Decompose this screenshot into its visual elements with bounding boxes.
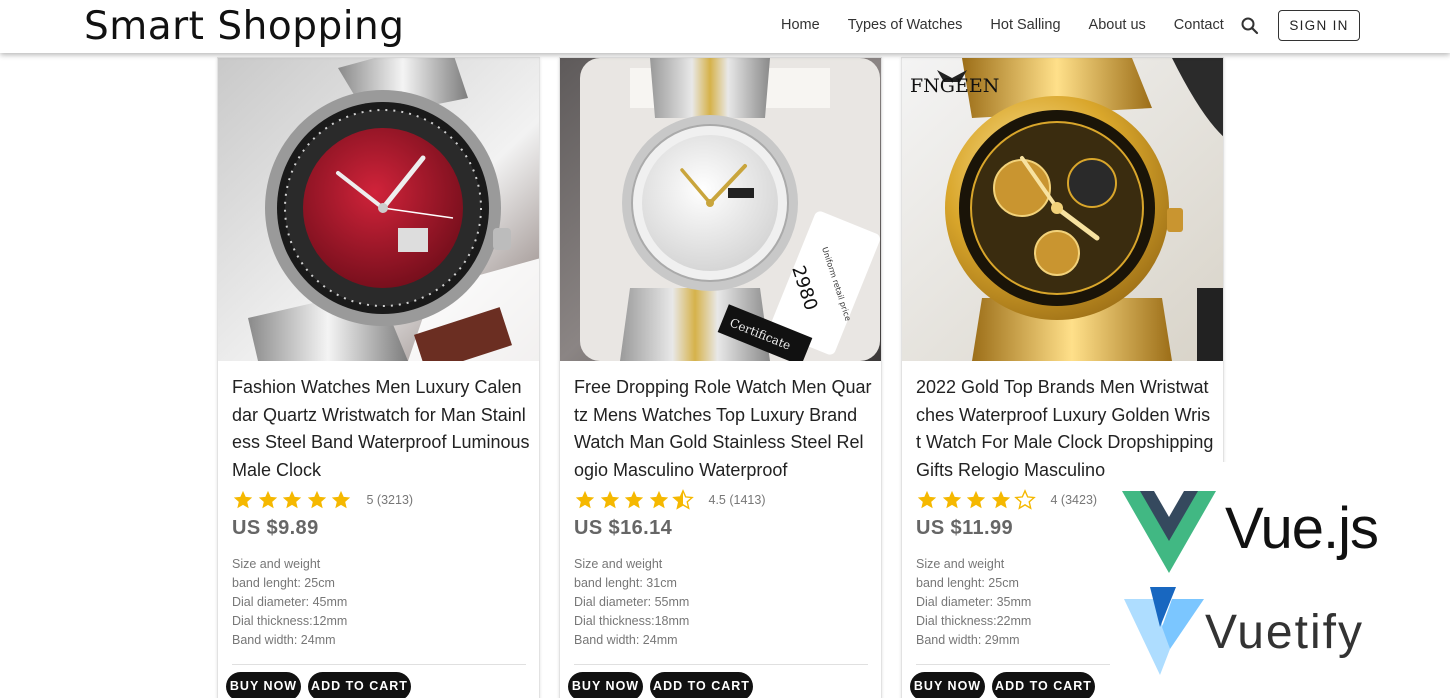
product-specs: Size and weight band lenght: 31cm Dial d…: [574, 555, 689, 650]
star-full-icon: [600, 490, 619, 509]
product-price: US $11.99: [916, 517, 1014, 539]
watch-brand-label: FNGEEN: [910, 75, 999, 97]
buy-now-button[interactable]: BUY NOW: [226, 672, 301, 698]
spec-band-width: Band width: 24mm: [574, 633, 678, 648]
rating-count: 4.5 (1413): [708, 493, 766, 507]
product-specs: Size and weight band lenght: 25cm Dial d…: [232, 555, 347, 650]
product-specs: Size and weight band lenght: 25cm Dial d…: [916, 555, 1031, 650]
divider: [232, 664, 526, 665]
spec-band-length: band lenght: 25cm: [232, 576, 335, 591]
buy-now-button[interactable]: BUY NOW: [910, 672, 985, 698]
star-full-icon: [942, 490, 961, 509]
star-half-icon: [672, 489, 694, 510]
vuetify-logo-icon: [1124, 587, 1204, 680]
spec-dial-diameter: Dial diameter: 55mm: [574, 595, 690, 610]
search-icon[interactable]: [1240, 16, 1260, 36]
app-bar: Smart Shopping Home Types of Watches Hot…: [0, 0, 1450, 53]
star-full-icon: [649, 490, 668, 509]
rating-count: 4 (3423): [1050, 493, 1098, 507]
star-full-icon: [331, 490, 351, 509]
star-full-icon: [917, 490, 937, 509]
star-full-icon: [991, 490, 1010, 509]
product-price: US $16.14: [574, 517, 673, 539]
specs-heading: Size and weight: [232, 557, 321, 571]
product-image-gold-skeleton-watch[interactable]: FNGEEN: [902, 58, 1223, 361]
add-to-cart-button[interactable]: ADD TO CART: [992, 672, 1095, 698]
vuetify-logo-text: Vuetify: [1205, 606, 1364, 659]
nav-home[interactable]: Home: [781, 17, 820, 33]
add-to-cart-button[interactable]: ADD TO CART: [650, 672, 753, 698]
product-card: Fashion Watches Men Luxury Calendar Quar…: [217, 57, 540, 698]
add-to-cart-button[interactable]: ADD TO CART: [308, 672, 411, 698]
nav-hot-selling[interactable]: Hot Salling: [990, 17, 1060, 33]
star-full-icon: [966, 490, 986, 509]
spec-band-width: Band width: 24mm: [232, 633, 336, 648]
spec-dial-diameter: Dial diameter: 35mm: [916, 595, 1032, 610]
star-rating: 4.5 (1413): [574, 488, 765, 512]
star-full-icon: [624, 490, 644, 509]
nav-types-of-watches[interactable]: Types of Watches: [848, 17, 963, 33]
product-image-red-dial-watch[interactable]: [218, 58, 539, 361]
star-full-icon: [307, 490, 326, 509]
nav-contact[interactable]: Contact: [1174, 17, 1224, 33]
specs-heading: Size and weight: [574, 557, 663, 571]
brand-title[interactable]: Smart Shopping: [84, 4, 405, 49]
sign-in-button[interactable]: SIGN IN: [1278, 10, 1360, 41]
product-image-white-dial-watch[interactable]: 2980 Uniform retail price Certificate: [560, 58, 881, 361]
divider: [574, 664, 868, 665]
buy-now-button[interactable]: BUY NOW: [568, 672, 643, 698]
spec-band-length: band lenght: 31cm: [574, 576, 677, 591]
star-rating: 5 (3213): [232, 488, 413, 512]
star-full-icon: [575, 490, 595, 509]
product-card: 2980 Uniform retail price Certificate Fr…: [559, 57, 882, 698]
star-empty-icon: [1014, 489, 1036, 510]
star-full-icon: [282, 490, 302, 509]
spec-band-length: band lenght: 25cm: [916, 576, 1019, 591]
star-full-icon: [258, 490, 277, 509]
product-title[interactable]: Free Dropping Role Watch Men Quartz Mens…: [574, 374, 872, 488]
star-full-icon: [233, 490, 253, 509]
rating-count: 5 (3213): [366, 493, 414, 507]
vue-logo-icon: [1122, 491, 1216, 578]
main-nav: Home Types of Watches Hot Salling About …: [781, 17, 1252, 33]
spec-dial-thickness: Dial thickness:12mm: [232, 614, 348, 629]
spec-band-width: Band width: 29mm: [916, 633, 1020, 648]
spec-dial-diameter: Dial diameter: 45mm: [232, 595, 348, 610]
nav-about-us[interactable]: About us: [1089, 17, 1146, 33]
vue-logo-text: Vue.js: [1225, 496, 1379, 561]
star-rating: 4 (3423): [916, 488, 1097, 512]
product-title[interactable]: Fashion Watches Men Luxury Calendar Quar…: [232, 374, 530, 488]
spec-dial-thickness: Dial thickness:22mm: [916, 614, 1032, 629]
spec-dial-thickness: Dial thickness:18mm: [574, 614, 690, 629]
specs-heading: Size and weight: [916, 557, 1005, 571]
product-price: US $9.89: [232, 517, 319, 539]
